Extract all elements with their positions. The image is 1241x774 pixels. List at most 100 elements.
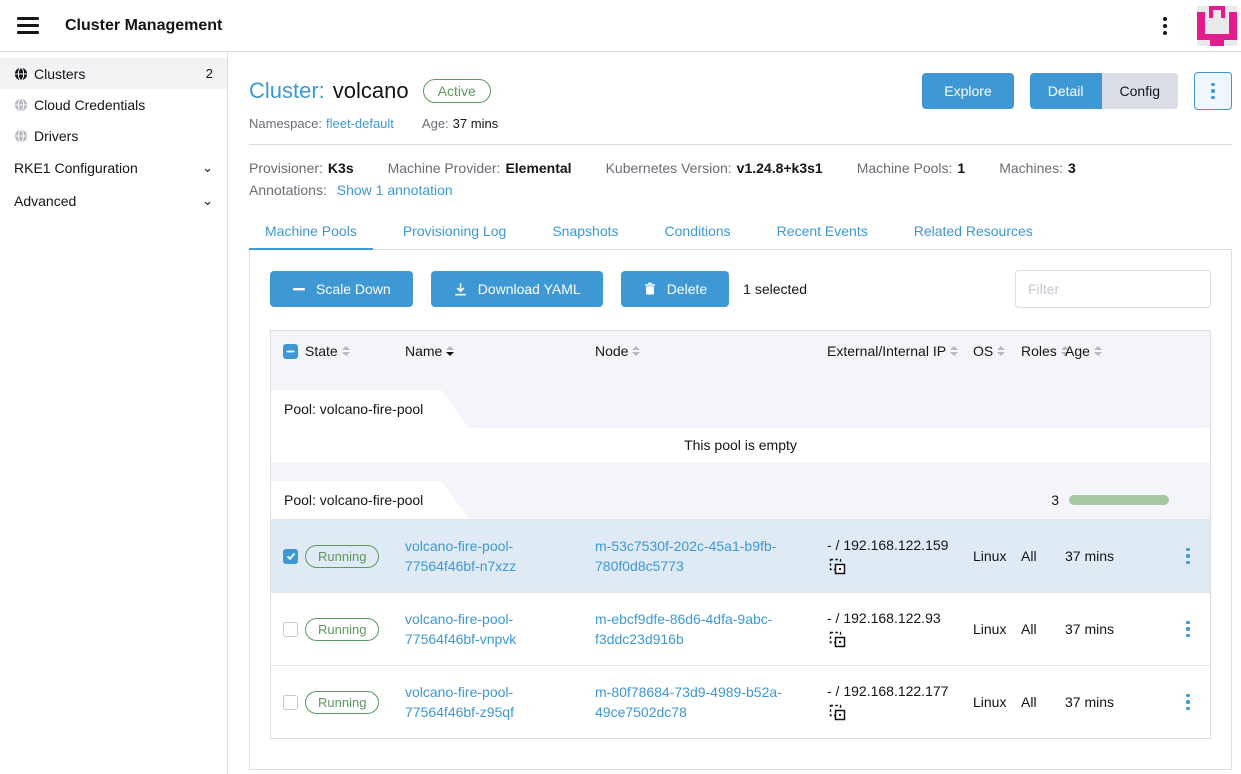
empty-pool-message: This pool is empty: [271, 428, 1210, 462]
table-row[interactable]: Running volcano-fire-pool-77564f46bf-n7x…: [271, 519, 1210, 592]
column-header-state[interactable]: State: [305, 343, 405, 359]
namespace-link[interactable]: fleet-default: [326, 116, 394, 131]
column-header-age[interactable]: Age: [1065, 343, 1166, 359]
roles-value: All: [1021, 621, 1065, 637]
annotations-label: Annotations:: [249, 182, 327, 198]
row-actions-kebab[interactable]: [1166, 694, 1210, 711]
status-badge: Active: [423, 79, 491, 103]
row-checkbox[interactable]: [283, 549, 298, 564]
column-header-os[interactable]: OS: [973, 343, 1021, 359]
provisioner-value: K3s: [328, 160, 354, 176]
pool-tab-label: Pool: volcano-fire-pool: [271, 481, 469, 519]
provisioner-label: Provisioner:: [249, 160, 323, 176]
pool-machine-count: 3: [1051, 492, 1059, 508]
sidebar-item-label: Clusters: [34, 66, 85, 82]
copy-icon[interactable]: [829, 631, 846, 648]
sidebar-section-rke1-configuration[interactable]: RKE1 Configuration ⌄: [0, 151, 227, 184]
copy-icon[interactable]: [829, 558, 846, 575]
column-header-roles[interactable]: Roles: [1021, 343, 1065, 359]
detail-config-toggle: Detail Config: [1030, 73, 1178, 109]
ip-value: - / 192.168.122.159: [827, 537, 973, 553]
age-value: 37 mins: [1065, 621, 1166, 637]
clusters-count-badge: 2: [206, 66, 213, 81]
pool-health-bar: [1069, 495, 1169, 505]
group-spacer: [271, 462, 1210, 481]
table-row[interactable]: Running volcano-fire-pool-77564f46bf-z95…: [271, 665, 1210, 738]
header-kebab-menu-icon[interactable]: [1157, 11, 1173, 41]
state-badge: Running: [305, 691, 379, 714]
pool-group-header: Pool: volcano-fire-pool: [271, 390, 1210, 428]
tab-related-resources[interactable]: Related Resources: [898, 213, 1049, 249]
show-annotation-link[interactable]: Show 1 annotation: [337, 182, 453, 198]
cluster-actions-kebab-button[interactable]: [1194, 72, 1232, 110]
age-label: Age:: [422, 116, 449, 131]
cluster-label: Cluster:: [249, 78, 325, 104]
chevron-down-icon: ⌄: [202, 193, 213, 209]
detail-button[interactable]: Detail: [1030, 73, 1102, 109]
app-title: Cluster Management: [65, 17, 222, 35]
machines-value: 3: [1068, 160, 1076, 176]
sidebar-section-label: RKE1 Configuration: [14, 160, 138, 176]
sidebar-section-advanced[interactable]: Advanced ⌄: [0, 184, 227, 217]
roles-value: All: [1021, 548, 1065, 564]
globe-icon: [14, 67, 28, 81]
ip-value: - / 192.168.122.93: [827, 610, 973, 626]
explore-button[interactable]: Explore: [922, 73, 1013, 109]
column-header-node[interactable]: Node: [595, 343, 827, 359]
machine-name-link[interactable]: volcano-fire-pool-77564f46bf-vnpvk: [405, 609, 595, 650]
sidebar-item-drivers[interactable]: Drivers: [0, 120, 227, 151]
column-header-ip[interactable]: External/Internal IP: [827, 343, 973, 359]
tab-machine-pools[interactable]: Machine Pools: [249, 213, 373, 249]
download-yaml-button[interactable]: Download YAML: [431, 271, 603, 307]
age-value: 37 mins: [453, 116, 499, 131]
pool-tab-label: Pool: volcano-fire-pool: [271, 390, 469, 428]
sidebar-item-label: Cloud Credentials: [34, 97, 145, 113]
scale-down-button[interactable]: Scale Down: [270, 271, 413, 307]
namespace-label: Namespace:: [249, 116, 322, 131]
column-header-name[interactable]: Name: [405, 343, 595, 359]
machine-provider-label: Machine Provider:: [388, 160, 501, 176]
main-content: Cluster: volcano Active Explore Detail C…: [228, 52, 1241, 774]
group-spacer: [271, 371, 1210, 390]
kubernetes-version-label: Kubernetes Version:: [606, 160, 732, 176]
machine-name-link[interactable]: volcano-fire-pool-77564f46bf-z95qf: [405, 682, 595, 723]
sidebar-section-label: Advanced: [14, 193, 76, 209]
state-badge: Running: [305, 618, 379, 641]
trash-icon: [643, 282, 657, 296]
copy-icon[interactable]: [829, 704, 846, 721]
delete-button[interactable]: Delete: [621, 271, 729, 307]
row-actions-kebab[interactable]: [1166, 621, 1210, 638]
table-header: State Name Node External/Internal IP OS …: [271, 331, 1210, 371]
state-badge: Running: [305, 545, 379, 568]
sidebar-item-cloud-credentials[interactable]: Cloud Credentials: [0, 89, 227, 120]
os-value: Linux: [973, 694, 1021, 710]
sidebar-item-clusters[interactable]: Clusters 2: [0, 58, 227, 89]
config-button[interactable]: Config: [1102, 73, 1178, 109]
tab-provisioning-log[interactable]: Provisioning Log: [387, 213, 523, 249]
ip-value: - / 192.168.122.177: [827, 683, 973, 699]
node-link[interactable]: m-80f78684-73d9-4989-b52a-49ce7502dc78: [595, 682, 827, 723]
os-value: Linux: [973, 621, 1021, 637]
select-all-checkbox[interactable]: [283, 344, 298, 359]
node-link[interactable]: m-53c7530f-202c-45a1-b9fb-780f0d8c5773: [595, 536, 827, 577]
globe-icon: [14, 98, 28, 112]
filter-input[interactable]: [1015, 270, 1211, 308]
tab-conditions[interactable]: Conditions: [649, 213, 747, 249]
pool-group-header: Pool: volcano-fire-pool 3: [271, 481, 1210, 519]
row-checkbox[interactable]: [283, 695, 298, 710]
tab-snapshots[interactable]: Snapshots: [536, 213, 634, 249]
table-row[interactable]: Running volcano-fire-pool-77564f46bf-vnp…: [271, 592, 1210, 665]
node-link[interactable]: m-ebcf9dfe-86d6-4dfa-9abc-f3ddc23d916b: [595, 609, 827, 650]
app-header: Cluster Management: [0, 0, 1241, 52]
sidebar: Clusters 2 Cloud Credentials Drivers RKE…: [0, 52, 228, 774]
machine-name-link[interactable]: volcano-fire-pool-77564f46bf-n7xzz: [405, 536, 595, 577]
cluster-name: volcano: [333, 78, 409, 104]
machine-pools-value: 1: [957, 160, 965, 176]
rancher-logo: [1197, 6, 1237, 46]
tab-recent-events[interactable]: Recent Events: [761, 213, 884, 249]
cluster-meta: Provisioner:K3s Machine Provider:Element…: [249, 156, 1232, 180]
machine-pools-label: Machine Pools:: [857, 160, 953, 176]
hamburger-menu-icon[interactable]: [17, 13, 39, 38]
row-actions-kebab[interactable]: [1166, 548, 1210, 565]
row-checkbox[interactable]: [283, 622, 298, 637]
